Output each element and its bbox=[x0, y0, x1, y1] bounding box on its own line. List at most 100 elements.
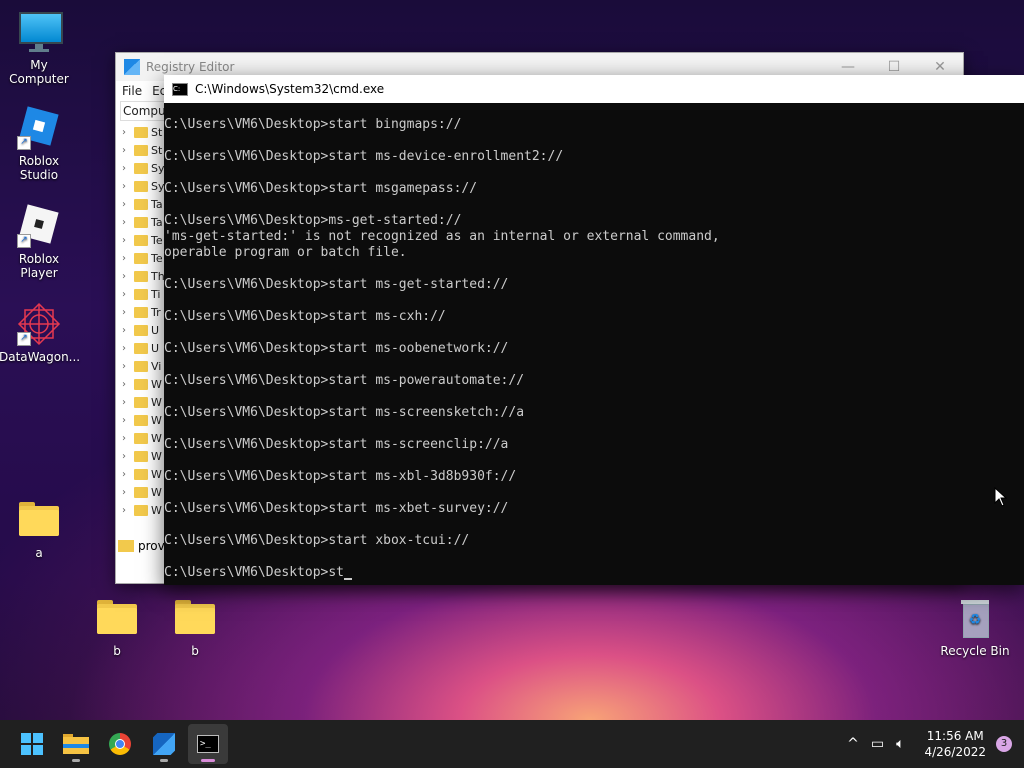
menu-file[interactable]: File bbox=[122, 84, 142, 98]
desktop-icon-roblox-player[interactable]: ↗ Roblox Player bbox=[0, 204, 79, 280]
folder-icon bbox=[173, 596, 217, 640]
close-button[interactable]: ✕ bbox=[917, 59, 963, 75]
chevron-right-icon: › bbox=[122, 324, 126, 336]
desktop-icon-label: Roblox Player bbox=[18, 252, 60, 280]
volume-icon[interactable]: 🔈︎ bbox=[896, 736, 904, 752]
tree-item-label: Te bbox=[151, 233, 163, 247]
tree-item-label: W bbox=[151, 449, 162, 463]
chevron-right-icon: › bbox=[122, 396, 126, 408]
chevron-right-icon: › bbox=[122, 450, 126, 462]
datawagon-icon: ↗ bbox=[17, 302, 61, 346]
taskbar-registry-editor[interactable] bbox=[144, 724, 184, 764]
taskbar: >_ ^ ▭ 🔈︎ 11:56 AM 4/26/2022 3 bbox=[0, 720, 1024, 768]
tree-item-label: St bbox=[151, 125, 163, 139]
taskbar-file-explorer[interactable] bbox=[56, 724, 96, 764]
folder-icon bbox=[134, 198, 148, 210]
tree-item-label: W bbox=[151, 431, 162, 445]
console-line: C:\Users\VM6\Desktop>start msgamepass:// bbox=[164, 181, 478, 196]
tree-item-label: W bbox=[151, 413, 162, 427]
tree-item-label: U bbox=[151, 323, 160, 337]
folder-icon bbox=[134, 396, 148, 408]
status-text: prov bbox=[138, 539, 165, 553]
console-line: C:\Users\VM6\Desktop>start ms-cxh:// bbox=[164, 309, 446, 324]
console-line: operable program or batch file. bbox=[164, 245, 407, 260]
registry-editor-icon bbox=[124, 59, 140, 75]
tree-item-label: Ta bbox=[151, 197, 163, 211]
desktop-folder-b-2[interactable]: b bbox=[155, 596, 235, 658]
folder-icon bbox=[134, 450, 148, 462]
command-prompt-window[interactable]: C: C:\Windows\System32\cmd.exe C:\Users\… bbox=[164, 75, 1024, 585]
notification-badge[interactable]: 3 bbox=[996, 736, 1012, 752]
folder-icon bbox=[134, 432, 148, 444]
chrome-icon bbox=[109, 733, 131, 755]
window-title: Registry Editor bbox=[146, 60, 235, 74]
tree-item-label: W bbox=[151, 377, 162, 391]
desktop-folder-b[interactable]: b bbox=[77, 596, 157, 658]
chevron-right-icon: › bbox=[122, 360, 126, 372]
console-line: C:\Users\VM6\Desktop>start ms-screensket… bbox=[164, 405, 525, 420]
start-button[interactable] bbox=[12, 724, 52, 764]
command-prompt-titlebar[interactable]: C: C:\Windows\System32\cmd.exe bbox=[164, 75, 1024, 103]
folder-icon bbox=[134, 306, 148, 318]
console-line: C:\Users\VM6\Desktop>start bingmaps:// bbox=[164, 117, 462, 132]
chevron-right-icon: › bbox=[122, 306, 126, 318]
tree-item-label: Tr bbox=[151, 305, 161, 319]
tree-item-label: Ta bbox=[151, 215, 163, 229]
console-output[interactable]: C:\Users\VM6\Desktop>start bingmaps:// C:… bbox=[164, 117, 1024, 585]
console-prompt-line[interactable]: C:\Users\VM6\Desktop>st bbox=[164, 565, 1024, 581]
tree-item-label: Vi bbox=[151, 359, 162, 373]
chevron-right-icon: › bbox=[122, 504, 126, 516]
shortcut-arrow-icon: ↗ bbox=[17, 234, 31, 248]
console-line: 'ms-get-started:' is not recognized as a… bbox=[164, 229, 720, 244]
taskbar-command-prompt[interactable]: >_ bbox=[188, 724, 228, 764]
folder-icon bbox=[134, 504, 148, 516]
folder-icon bbox=[134, 468, 148, 480]
tree-item-label: Te bbox=[151, 251, 163, 265]
desktop-icon-my-computer[interactable]: My Computer bbox=[0, 10, 79, 86]
folder-icon bbox=[134, 234, 148, 246]
tree-item-label: Sy bbox=[151, 179, 165, 193]
shortcut-arrow-icon: ↗ bbox=[17, 136, 31, 150]
clock-date: 4/26/2022 bbox=[924, 745, 986, 759]
roblox-studio-icon: ↗ bbox=[17, 106, 61, 150]
network-icon[interactable]: ▭ bbox=[871, 736, 884, 752]
tree-item-label: W bbox=[151, 503, 162, 517]
folder-icon bbox=[134, 126, 148, 138]
console-line: C:\Users\VM6\Desktop>ms-get-started:// bbox=[164, 213, 462, 228]
minimize-button[interactable]: — bbox=[825, 59, 871, 75]
chevron-right-icon: › bbox=[122, 288, 126, 300]
chevron-right-icon: › bbox=[122, 216, 126, 228]
chevron-right-icon: › bbox=[122, 378, 126, 390]
chevron-right-icon: › bbox=[122, 432, 126, 444]
clock[interactable]: 11:56 AM 4/26/2022 bbox=[924, 728, 986, 760]
desktop-icon-roblox-studio[interactable]: ↗ Roblox Studio bbox=[0, 106, 79, 182]
tree-item-label: W bbox=[151, 395, 162, 409]
maximize-button[interactable]: ☐ bbox=[871, 59, 917, 75]
folder-icon bbox=[134, 414, 148, 426]
folder-icon bbox=[134, 342, 148, 354]
chevron-up-icon[interactable]: ^ bbox=[847, 736, 859, 752]
window-title: C:\Windows\System32\cmd.exe bbox=[195, 82, 385, 96]
desktop-icon-datawagon[interactable]: ↗ DataWagon... bbox=[0, 302, 80, 364]
mouse-pointer-icon bbox=[994, 487, 1008, 507]
desktop-icon-recycle-bin[interactable]: ♻ Recycle Bin bbox=[935, 596, 1015, 658]
desktop-icon-label: a bbox=[35, 546, 43, 560]
chevron-right-icon: › bbox=[122, 162, 126, 174]
chevron-right-icon: › bbox=[122, 126, 126, 138]
desktop-icon-label: b bbox=[113, 644, 121, 658]
registry-editor-icon bbox=[153, 733, 175, 755]
shortcut-arrow-icon: ↗ bbox=[17, 332, 31, 346]
chevron-right-icon: › bbox=[122, 342, 126, 354]
monitor-icon bbox=[17, 10, 63, 54]
chevron-right-icon: › bbox=[122, 270, 126, 282]
console-line: C:\Users\VM6\Desktop>start xbox-tcui:// bbox=[164, 533, 470, 548]
tree-item-label: U bbox=[151, 341, 160, 355]
taskbar-chrome[interactable] bbox=[100, 724, 140, 764]
chevron-right-icon: › bbox=[122, 198, 126, 210]
desktop-folder-a[interactable]: a bbox=[0, 498, 79, 560]
